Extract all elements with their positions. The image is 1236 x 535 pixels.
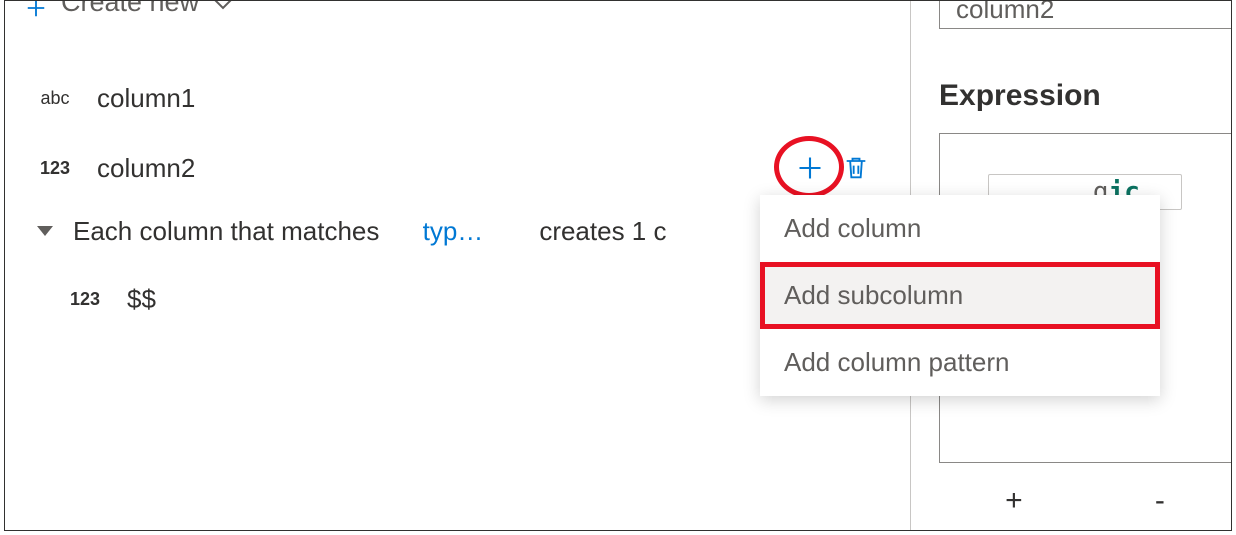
chevron-down-icon xyxy=(213,1,233,10)
type-badge-string: abc xyxy=(35,88,75,109)
menu-item-add-column[interactable]: Add column xyxy=(760,195,1160,262)
create-new-label: Create new xyxy=(61,1,199,16)
column-name: column2 xyxy=(97,153,195,184)
add-icon[interactable] xyxy=(796,154,824,182)
menu-item-add-column-pattern[interactable]: Add column pattern xyxy=(760,329,1160,396)
type-badge-number: 123 xyxy=(65,289,105,310)
expression-label: Expression xyxy=(939,79,1101,113)
pattern-suffix: creates 1 c xyxy=(539,216,666,247)
column-name-input[interactable]: column2 xyxy=(939,1,1231,29)
column-row-0[interactable]: abc column1 xyxy=(5,63,910,133)
menu-item-add-subcolumn[interactable]: Add subcolumn xyxy=(760,262,1160,329)
add-menu: Add column Add subcolumn Add column patt… xyxy=(760,195,1160,396)
column-name: column1 xyxy=(97,83,195,114)
subcolumn-name: $$ xyxy=(127,284,156,315)
column-name-value: column2 xyxy=(956,1,1054,25)
expression-minus-button[interactable]: - xyxy=(1135,478,1185,524)
pattern-type-link[interactable]: typ… xyxy=(423,216,484,247)
plus-icon xyxy=(25,1,47,19)
create-new-button[interactable]: Create new xyxy=(5,1,910,25)
column-row-1[interactable]: 123 column2 xyxy=(5,133,910,203)
trash-icon[interactable] xyxy=(842,154,870,182)
expression-plus-button[interactable]: + xyxy=(985,478,1043,524)
caret-down-icon xyxy=(35,224,55,238)
type-badge-number: 123 xyxy=(35,158,75,179)
pattern-prefix: Each column that matches xyxy=(73,216,379,247)
